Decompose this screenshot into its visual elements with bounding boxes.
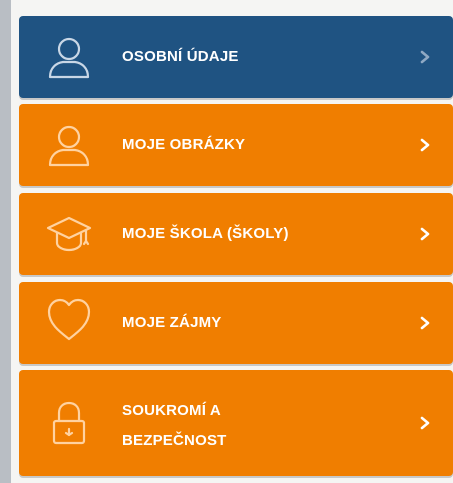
menu-item-label-line2: BEZPEČNOST <box>122 432 227 449</box>
lock-icon <box>46 400 92 446</box>
menu-item-personal-data[interactable]: OSOBNÍ ÚDAJE <box>19 16 453 98</box>
menu-item-my-pictures[interactable]: MOJE OBRÁZKY <box>19 104 453 186</box>
person-icon <box>46 34 92 80</box>
menu-item-my-school[interactable]: MOJE ŠKOLA (ŠKOLY) <box>19 193 453 275</box>
menu-item-privacy-security[interactable]: SOUKROMÍ A BEZPEČNOST <box>19 370 453 476</box>
chevron-right-icon <box>417 315 433 331</box>
menu-item-label: OSOBNÍ ÚDAJE <box>122 48 239 65</box>
chevron-right-icon <box>417 49 433 65</box>
graduation-cap-icon <box>46 211 92 257</box>
chevron-right-icon <box>417 137 433 153</box>
heart-icon <box>46 296 92 342</box>
chevron-right-icon <box>417 226 433 242</box>
chevron-right-icon <box>417 415 433 431</box>
menu-item-label: MOJE ZÁJMY <box>122 314 222 331</box>
profile-menu-frame: OSOBNÍ ÚDAJE MOJE OBRÁZKY MOJE ŠKOLA (ŠK… <box>0 0 453 483</box>
menu-item-label: MOJE ŠKOLA (ŠKOLY) <box>122 225 289 242</box>
menu-item-my-interests[interactable]: MOJE ZÁJMY <box>19 282 453 364</box>
menu-item-label: MOJE OBRÁZKY <box>122 136 246 153</box>
menu-item-label-line1: SOUKROMÍ A <box>122 402 221 419</box>
person-icon <box>46 122 92 168</box>
